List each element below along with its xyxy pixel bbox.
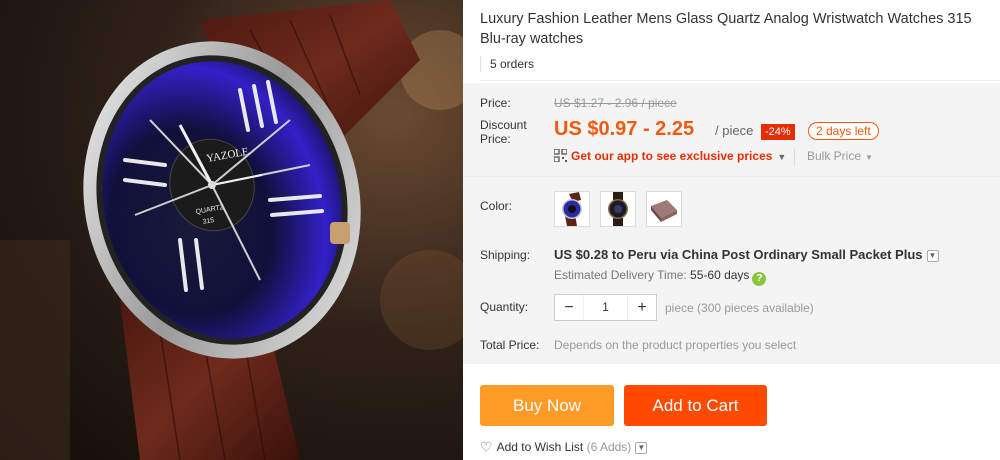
quantity-available: piece (300 pieces available)	[665, 301, 814, 315]
shipping-label: Shipping:	[480, 248, 531, 262]
buy-now-button[interactable]: Buy Now	[480, 385, 614, 426]
product-info-panel: Luxury Fashion Leather Mens Glass Quartz…	[463, 0, 1000, 460]
delivery-time: Estimated Delivery Time: 55-60 days?	[554, 267, 767, 286]
price-unit: / piece	[715, 123, 754, 138]
time-left-badge: 2 days left	[808, 122, 879, 140]
shipping-destination: to Peru via China Post Ordinary Small Pa…	[611, 247, 923, 262]
total-price-value: Depends on the product properties you se…	[554, 338, 797, 352]
delivery-days: 55-60 days	[690, 268, 750, 282]
color-option-dark-gold[interactable]	[600, 191, 636, 227]
watch-thumbnail-icon	[555, 192, 589, 226]
app-prices-text: Get our app to see exclusive prices	[571, 149, 773, 163]
bulk-price-label: Bulk Price	[807, 149, 862, 163]
orders-count[interactable]: 5 orders	[480, 56, 534, 72]
discount-price-label: Discount Price:	[480, 118, 527, 146]
shipping-method[interactable]: US $0.28 to Peru via China Post Ordinary…	[554, 247, 939, 263]
add-to-wishlist[interactable]: ♡ Add to Wish List (6 Adds) ▼	[480, 439, 648, 455]
bulk-price-dropdown[interactable]: Bulk Price ▼	[794, 148, 873, 166]
quantity-decrease-button[interactable]: −	[555, 295, 583, 320]
product-title: Luxury Fashion Leather Mens Glass Quartz…	[480, 11, 972, 47]
delivery-label: Estimated Delivery Time:	[554, 268, 687, 282]
color-option-black-blue[interactable]	[554, 191, 590, 227]
total-price-label: Total Price:	[480, 338, 540, 352]
original-price: US $1.27 - 2.96 / piece	[554, 96, 677, 110]
heart-icon: ♡	[480, 439, 493, 455]
price-label: Price:	[480, 96, 511, 110]
chevron-down-icon[interactable]: ▼	[635, 442, 648, 454]
gift-box-icon	[647, 192, 681, 226]
watch-thumbnail-icon	[601, 192, 635, 226]
product-image[interactable]: YAZOLE QUARTZ 315	[0, 0, 463, 460]
quantity-input[interactable]: 1	[583, 295, 628, 320]
chevron-down-icon: ▼	[777, 152, 787, 162]
app-prices-link[interactable]: Get our app to see exclusive prices ▼	[554, 148, 786, 165]
quantity-stepper[interactable]: − 1 +	[554, 294, 657, 321]
qr-code-icon	[554, 149, 567, 162]
discount-badge: -24%	[761, 124, 795, 140]
color-option-gift-box[interactable]	[646, 191, 682, 227]
chevron-down-icon: ▼	[865, 153, 873, 162]
chevron-down-icon[interactable]: ▼	[926, 250, 939, 262]
color-label: Color:	[480, 199, 513, 213]
help-icon[interactable]: ?	[752, 272, 767, 286]
wishlist-label: Add to Wish List	[496, 440, 584, 454]
shipping-cost: US $0.28	[554, 247, 609, 262]
divider	[463, 176, 1000, 177]
quantity-increase-button[interactable]: +	[628, 295, 656, 320]
wishlist-count: (6 Adds)	[586, 440, 632, 454]
watch-photo: YAZOLE QUARTZ 315	[0, 0, 463, 460]
quantity-label: Quantity:	[480, 300, 529, 314]
divider	[480, 80, 1000, 81]
discount-price: US $0.97 - 2.25	[554, 118, 695, 140]
add-to-cart-button[interactable]: Add to Cart	[624, 385, 767, 426]
